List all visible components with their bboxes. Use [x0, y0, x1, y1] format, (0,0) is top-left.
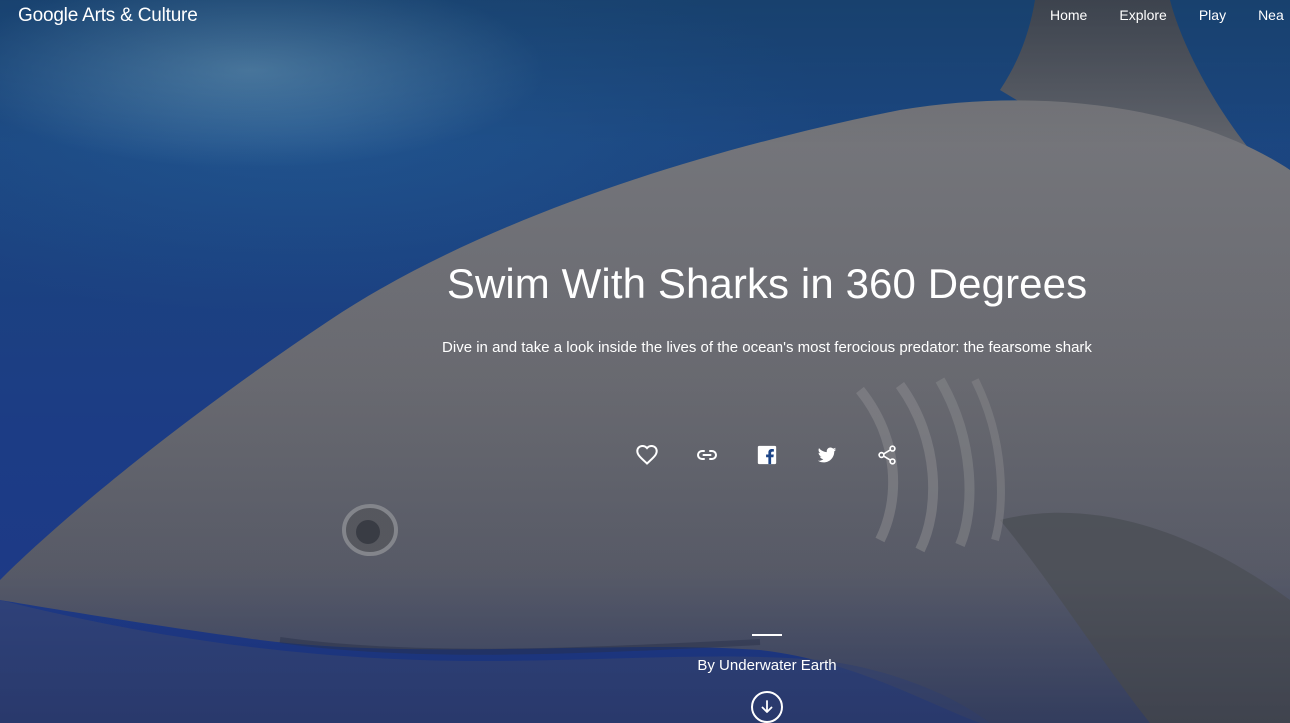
story-subtitle: Dive in and take a look inside the lives… [442, 339, 1092, 356]
story-byline: By Underwater Earth [697, 657, 837, 674]
nav-home[interactable]: Home [1050, 7, 1087, 23]
story-title: Swim With Sharks in 360 Degrees [446, 260, 1088, 307]
byline-divider [752, 634, 782, 636]
scroll-down-button[interactable] [751, 691, 783, 723]
story-actions [626, 438, 926, 472]
nav-nearby[interactable]: Nea [1258, 7, 1284, 23]
facebook-icon [757, 445, 777, 465]
hero-scrim [0, 0, 1290, 723]
share-facebook-button[interactable] [746, 438, 788, 472]
favorite-button[interactable] [626, 438, 668, 472]
share-button[interactable] [866, 438, 908, 472]
copy-link-button[interactable] [686, 438, 728, 472]
top-navigation-bar: Google Arts & Culture Home Explore Play … [0, 0, 1290, 32]
share-icon [878, 445, 896, 465]
hero-section: Google Arts & Culture Home Explore Play … [0, 0, 1290, 723]
google-arts-culture-logo[interactable]: Google Arts & Culture [18, 5, 198, 27]
nav-play[interactable]: Play [1199, 7, 1226, 23]
nav-explore[interactable]: Explore [1119, 7, 1166, 23]
link-icon [697, 450, 717, 460]
share-twitter-button[interactable] [806, 438, 848, 472]
twitter-icon [817, 447, 837, 463]
main-nav: Home Explore Play Nea [1050, 7, 1290, 23]
heart-icon [636, 444, 658, 465]
arrow-down-icon [761, 700, 773, 713]
